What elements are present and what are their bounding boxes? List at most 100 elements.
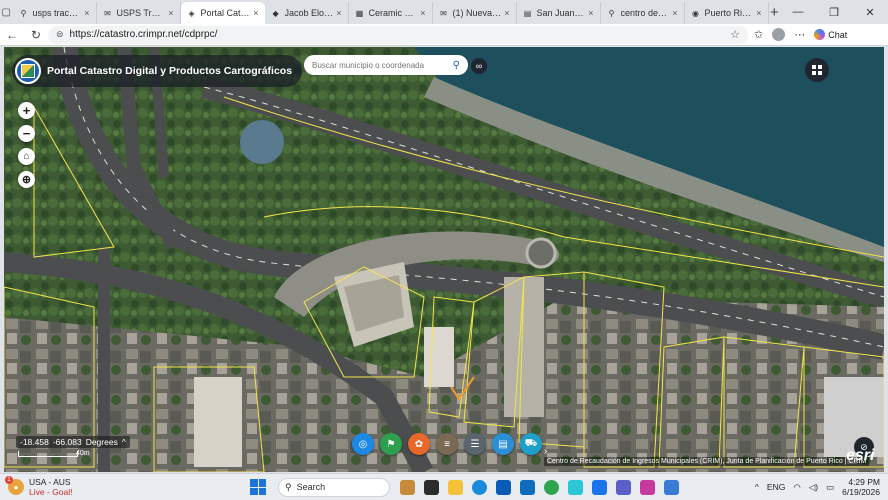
folder-icon: ▤ (498, 438, 508, 450)
favorites-icon[interactable]: ✩ (754, 28, 763, 41)
layers-tool[interactable]: ≡ (436, 433, 458, 455)
share-link-icon[interactable]: ∞ (471, 58, 487, 74)
portal-header: Portal Catastro Digital y Productos Cart… (12, 55, 303, 87)
minimize-icon[interactable]: — (780, 6, 816, 19)
esri-logo: esri (846, 447, 875, 464)
reload-icon[interactable]: ↻ (24, 28, 48, 42)
tab-8[interactable]: ⚲ centro de comr× (601, 2, 685, 24)
edge-icon[interactable] (472, 479, 487, 495)
municipality-search-input[interactable] (312, 60, 453, 70)
tab-title: San Juan- 623 (536, 8, 586, 18)
taskbar-search[interactable]: ⚲ Search (278, 477, 390, 497)
back-icon[interactable]: ← (0, 28, 24, 42)
copilot-icon (814, 29, 826, 40)
app-icon-2[interactable] (664, 479, 679, 495)
volume-icon[interactable]: ◁) (809, 482, 818, 493)
tab-actions-icon[interactable]: ▢ (0, 1, 13, 23)
zoom-out-button[interactable]: − (18, 125, 35, 142)
tab-6[interactable]: ✉ (1) Nueva alerta× (433, 2, 517, 24)
longitude-value: -18.458 (20, 437, 49, 447)
tab-2[interactable]: ✉ USPS Tracking®× (97, 2, 181, 24)
mail-app-icon[interactable] (592, 479, 607, 495)
tab-title: Ceramic Bassel (368, 8, 418, 18)
address-bar: ← ↻ ⊜ https://catastro.crimpr.net/cdprpc… (0, 24, 888, 46)
binoculars-tool[interactable]: ◎ (352, 433, 374, 455)
tab-close-icon[interactable]: × (588, 8, 593, 18)
list-tool[interactable]: ☰ (464, 433, 486, 455)
collapse-toolbar-icon[interactable]: › (544, 446, 547, 457)
tab-close-icon[interactable]: × (504, 8, 509, 18)
latitude-value: -66.083 (52, 437, 82, 447)
gov-icon: ◉ (692, 8, 699, 18)
tab-close-icon[interactable]: × (84, 8, 89, 18)
home-icon[interactable]: ⌂ (18, 148, 35, 165)
close-window-icon[interactable]: ✕ (852, 6, 888, 19)
aerial-imagery (4, 47, 884, 472)
cart-tool[interactable]: ⛟ (520, 433, 542, 455)
app-icon[interactable] (568, 479, 583, 495)
system-tray: ^ ENG ◠ ◁) ▭ 4:29 PM 6/19/2026 (755, 477, 880, 497)
coordinate-readout: -18.458 -66.083 Degrees ^ (16, 436, 130, 448)
dell-icon[interactable] (520, 479, 535, 495)
zoom-in-button[interactable]: + (18, 102, 35, 119)
site-info-icon[interactable]: ⊜ (56, 29, 64, 40)
scale-bar (18, 451, 78, 457)
tab-4[interactable]: ◆ Jacob Elordi se× (265, 2, 349, 24)
url-field[interactable]: ⊜ https://catastro.crimpr.net/cdprpc/ ☆ (48, 25, 748, 44)
tab-close-icon[interactable]: × (168, 8, 173, 18)
search-icon: ⚲ (20, 8, 27, 18)
file-explorer-icon[interactable] (448, 479, 463, 495)
usps-icon: ✉ (104, 8, 111, 18)
url-text: https://catastro.crimpr.net/cdprpc/ (69, 29, 218, 40)
tab-close-icon[interactable]: × (253, 8, 258, 18)
doc-icon: ▤ (523, 8, 532, 18)
tab-close-icon[interactable]: × (336, 8, 341, 18)
chat-button[interactable]: Chat (814, 29, 847, 40)
tab-7[interactable]: ▤ San Juan- 623× (517, 2, 601, 24)
folder-tool[interactable]: ▤ (492, 433, 514, 455)
more-menu-icon[interactable]: ⋯ (794, 28, 805, 41)
task-view-icon[interactable] (424, 479, 439, 495)
windows-taskbar: ● 1 USA - AUS Live - Goal! ⚲ Search ^ ENG… (0, 473, 888, 500)
language-indicator[interactable]: ENG (767, 482, 785, 492)
grid-icon (812, 65, 822, 75)
flag-tool[interactable]: ⚑ (380, 433, 402, 455)
window-controls: — ❐ ✕ (780, 6, 888, 19)
bookmark-star-icon[interactable]: ☆ (730, 28, 740, 41)
tab-5[interactable]: ▦ Ceramic Bassel× (349, 2, 433, 24)
chrome-icon[interactable] (544, 479, 559, 495)
battery-icon[interactable]: ▭ (826, 482, 834, 493)
store-icon[interactable] (496, 479, 511, 495)
chevron-up-icon[interactable]: ^ (755, 482, 759, 492)
tab-title: Jacob Elordi se (284, 8, 334, 18)
restore-icon[interactable]: ❐ (816, 6, 852, 19)
tab-close-icon[interactable]: × (420, 8, 425, 18)
portal-icon: ◈ (188, 8, 195, 18)
movie-icon: ▦ (355, 8, 364, 18)
clock-time: 4:29 PM (848, 477, 880, 487)
tab-close-icon[interactable]: × (672, 8, 677, 18)
portal-title: Portal Catastro Digital y Productos Cart… (47, 65, 293, 77)
wifi-icon[interactable]: ◠ (793, 482, 800, 493)
profile-avatar[interactable] (772, 28, 786, 41)
news-widget[interactable]: ● 1 USA - AUS Live - Goal! (5, 476, 158, 497)
clock[interactable]: 4:29 PM 6/19/2026 (842, 477, 880, 497)
cart-icon: ⛟ (524, 437, 538, 449)
tab-title: (1) Nueva alerta (452, 8, 502, 18)
start-button[interactable] (250, 479, 266, 495)
tab-1[interactable]: ⚲ usps tracking b× (13, 2, 97, 24)
tab-3[interactable]: ◈ Portal Catastro× (180, 2, 265, 24)
photos-icon[interactable] (640, 479, 655, 495)
chevron-up-icon[interactable]: ^ (122, 437, 126, 447)
teams-icon[interactable] (616, 479, 631, 495)
chat-label: Chat (828, 29, 848, 40)
tab-9[interactable]: ◉ Puerto Rico Co× (685, 2, 769, 24)
apps-grid-button[interactable] (805, 58, 829, 82)
locate-icon[interactable]: ⊕ (18, 171, 35, 188)
palette-tool[interactable]: ✿ (408, 433, 430, 455)
taskbar-app-icon[interactable] (400, 479, 415, 495)
tab-close-icon[interactable]: × (756, 8, 761, 18)
search-icon[interactable]: ⚲ (453, 60, 460, 71)
new-tab-button[interactable]: + (769, 4, 780, 21)
map-view[interactable]: Portal Catastro Digital y Productos Cart… (4, 47, 884, 472)
